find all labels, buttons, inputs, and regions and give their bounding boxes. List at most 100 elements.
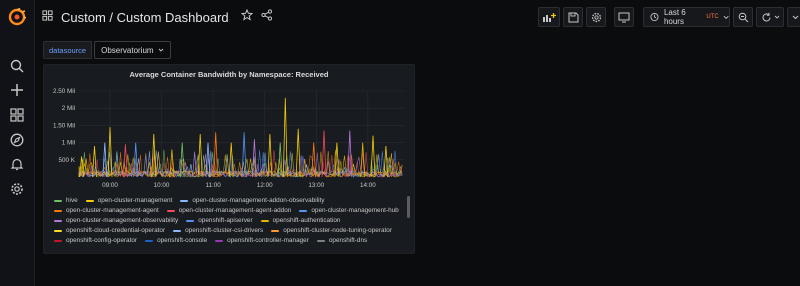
time-range-picker[interactable]: Last 6 hours UTC [643,7,730,27]
legend-row: openshift-cloud-credential-operator opens… [54,226,404,236]
legend-item[interactable]: openshift-console [145,236,207,246]
gear-icon[interactable] [9,181,25,197]
refresh-interval-picker[interactable] [787,7,800,27]
legend-swatch [166,210,175,212]
share-icon[interactable] [261,8,273,26]
legend-item[interactable]: open-cluster-management-agent [54,206,159,216]
legend-swatch [299,210,308,212]
series-spike [282,97,288,178]
save-icon [568,12,578,22]
chevron-down-icon [774,15,779,19]
legend-swatch [145,240,154,242]
dashboards-grid-icon [42,8,53,26]
x-tick-label: 09:00 [102,182,118,189]
refresh-button[interactable] [756,7,784,27]
legend-swatch [186,220,195,222]
legend-item[interactable]: openshift-dns [316,236,367,246]
legend-scrollbar[interactable] [407,196,410,218]
chevron-down-icon [723,15,729,19]
series-spike [197,133,203,178]
legend-item[interactable]: open-cluster-management [85,196,173,206]
legend-swatch [316,240,325,242]
legend-label: openshift-cloud-credential-operator [66,227,166,234]
refresh-icon [762,12,770,21]
legend-label: openshift-cluster-csi-drivers [185,227,264,234]
chevron-down-icon [158,48,163,52]
x-tick-label: 13:00 [308,182,324,189]
compass-icon[interactable] [9,132,25,148]
legend-item[interactable]: openshift-apiserver [186,216,253,226]
legend-swatch [54,230,62,232]
legend-label: open-cluster-management [97,197,173,204]
series-spike [151,133,157,178]
series-spike [370,135,376,178]
star-icon[interactable] [240,8,253,26]
page-title[interactable]: Custom / Custom Dashboard [61,10,229,25]
legend-item[interactable]: openshift-cluster-csi-drivers [173,226,263,236]
legend-item[interactable]: openshift-cloud-credential-operator [54,226,165,236]
legend-item[interactable]: hive [54,196,78,206]
grafana-logo-icon[interactable] [8,7,27,26]
legend-label: openshift-console [157,237,208,244]
y-tick-label: 1.50 Mil [53,122,75,129]
legend-label: open-cluster-management-addon-observabil… [192,197,325,204]
search-icon[interactable] [9,58,25,74]
series-spike [347,130,353,178]
legend-swatch [54,210,62,212]
dashboards-grid-icon[interactable] [9,107,25,123]
graph-panel[interactable]: Average Container Bandwidth by Namespace… [43,64,415,254]
datasource-variable-select[interactable]: Observatorium [94,41,171,59]
bandwidth-chart[interactable]: 500 K 1 Mil 1.50 Mil 2 Mil 2.50 Mil 09:00 10:… [44,65,414,193]
legend-item[interactable]: openshift-authentication [260,216,341,226]
legend-label: open-cluster-management-observability [66,217,179,224]
zoom-out-icon [738,12,748,22]
legend-swatch [180,200,189,202]
legend-swatch [271,230,280,232]
legend-label: openshift-cluster-node-tuning-operator [283,227,392,234]
legend-item[interactable]: open-cluster-management-agent-addon [166,206,292,216]
dashboard-settings-button[interactable] [586,7,606,27]
legend-row: hive open-cluster-management open-cluster-… [54,196,404,206]
legend-label: openshift-authentication [272,217,341,224]
legend-row: open-cluster-management-agent open-cluste… [54,206,404,216]
clock-icon [650,12,659,22]
zoom-out-button[interactable] [733,7,753,27]
x-tick-label: 10:00 [154,182,170,189]
sidebar [0,0,35,286]
y-tick-label: 2 Mil [62,105,75,112]
datasource-variable-label: datasource [43,41,93,59]
bell-icon[interactable] [9,156,25,172]
legend-item[interactable]: openshift-config-operator [54,236,137,246]
save-dashboard-button[interactable] [563,7,583,27]
chart-legend: hive open-cluster-management open-cluster-… [54,196,404,246]
breadcrumb: Custom / Custom Dashboard [42,8,273,26]
legend-item[interactable]: openshift-controller-manager [215,236,309,246]
template-variables: datasource Observatorium [43,41,171,59]
x-tick-label: 11:00 [205,182,221,189]
add-panel-button[interactable] [538,7,560,27]
legend-item[interactable]: open-cluster-management-addon-observabil… [180,196,325,206]
cycle-view-mode-button[interactable] [614,7,634,27]
legend-item[interactable]: open-cluster-management-observability [54,216,178,226]
legend-item[interactable]: open-cluster-management-hub [299,206,399,216]
datasource-variable-value: Observatorium [101,45,154,55]
time-range-label: Last 6 hours [663,8,686,26]
series-spike [241,132,247,178]
legend-swatch [173,230,182,232]
legend-label: openshift-apiserver [198,217,253,224]
plus-icon[interactable] [9,82,25,98]
y-tick-label: 1 Mil [62,140,75,147]
add-panel-icon [543,12,556,22]
legend-swatch [215,240,224,242]
y-tick-label: 500 K [59,157,76,164]
legend-label: open-cluster-management-agent-addon [178,207,292,214]
legend-swatch [85,200,94,202]
legend-label: open-cluster-management-hub [311,207,399,214]
series-spike [295,128,301,178]
legend-item[interactable]: openshift-cluster-node-tuning-operator [271,226,392,236]
gear-icon [591,12,601,22]
legend-swatch [54,240,62,242]
chevron-down-icon [792,15,798,19]
top-bar: Custom / Custom Dashboard Last 6 hours U… [34,0,800,34]
legend-row: open-cluster-management-observability ope… [54,216,404,226]
